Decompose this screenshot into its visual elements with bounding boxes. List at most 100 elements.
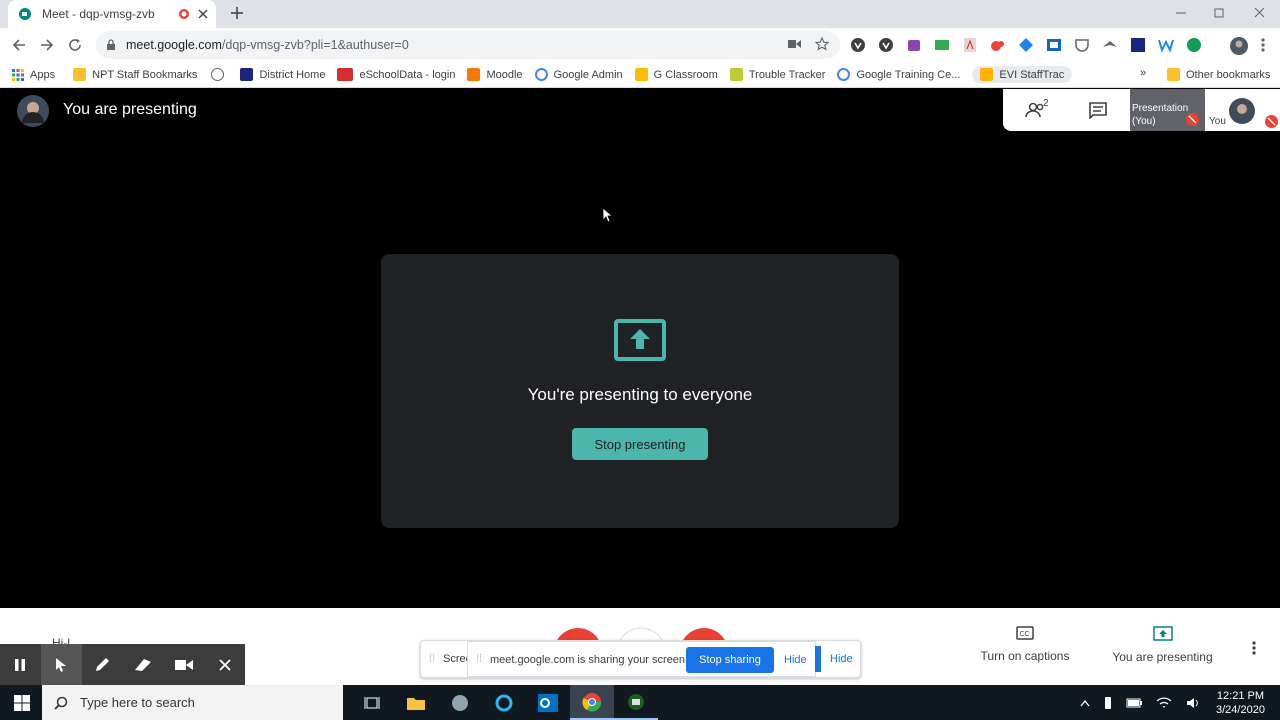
- app-bird-icon[interactable]: [438, 685, 482, 720]
- share-bar-back-button-edge: [815, 646, 821, 672]
- pointer-tool-button[interactable]: [40, 644, 82, 686]
- restore-icon[interactable]: [1214, 8, 1224, 18]
- outlook-icon[interactable]: [526, 685, 570, 720]
- hide-button[interactable]: Hide: [784, 654, 807, 666]
- bookmarks-bar: Apps NPT Staff Bookmarks District Home e…: [0, 62, 1280, 88]
- browser-tab[interactable]: Meet - dqp-vmsg-zvb: [8, 0, 216, 28]
- chrome-icon[interactable]: [570, 685, 614, 720]
- internet-explorer-icon[interactable]: [482, 685, 526, 720]
- search-icon: [54, 696, 68, 710]
- bookmark-google-training[interactable]: Google Training Ce...: [837, 68, 960, 81]
- back-icon[interactable]: [12, 38, 26, 52]
- captions-label: Turn on captions: [980, 649, 1070, 663]
- close-recorder-button[interactable]: [204, 644, 245, 686]
- extension-pdf-icon[interactable]: [962, 37, 978, 55]
- webcam-toggle-button[interactable]: [163, 644, 204, 686]
- new-tab-icon[interactable]: [230, 6, 244, 20]
- bookmark-trouble-tracker[interactable]: Trouble Tracker: [729, 68, 825, 81]
- pen-tool-button[interactable]: [82, 644, 123, 686]
- bookmark-district-home-link[interactable]: District Home: [240, 68, 325, 81]
- bookmark-npt-staff[interactable]: NPT Staff Bookmarks: [73, 68, 197, 81]
- forward-icon[interactable]: [40, 38, 54, 52]
- sailboat-icon: [240, 68, 254, 81]
- hide-button-back[interactable]: Hide: [830, 653, 853, 665]
- clock-time: 12:21 PM: [1216, 689, 1265, 702]
- pause-button[interactable]: [0, 644, 41, 686]
- extension-bird-icon[interactable]: [1102, 37, 1118, 55]
- eraser-tool-button[interactable]: [122, 644, 163, 686]
- user-avatar: [17, 95, 49, 127]
- tab-strip: Meet - dqp-vmsg-zvb: [0, 0, 1280, 28]
- file-explorer-icon[interactable]: [394, 685, 438, 720]
- stafftrac-icon: [980, 68, 994, 81]
- tab-close-icon[interactable]: [198, 9, 208, 19]
- extension-puzzle-icon[interactable]: [906, 37, 922, 55]
- extension-screencastify-icon[interactable]: [990, 37, 1006, 55]
- camera-icon[interactable]: [788, 39, 801, 49]
- bookmark-apps[interactable]: Apps: [12, 68, 55, 81]
- extension-it-icon[interactable]: [1130, 37, 1146, 55]
- captions-button[interactable]: CC Turn on captions: [975, 626, 1075, 663]
- menu-kebab-icon[interactable]: [1260, 37, 1266, 55]
- tile-presentation-label: Presentation: [1132, 103, 1189, 114]
- taskbar-search-box[interactable]: Type here to search: [42, 685, 343, 720]
- extension-w-icon[interactable]: [1158, 37, 1174, 55]
- bookmark-eschooldata[interactable]: eSchoolData - login: [337, 68, 455, 81]
- extension-shield-icon[interactable]: [850, 37, 866, 55]
- present-screen-small-icon: [1152, 626, 1173, 642]
- tab-title: Meet - dqp-vmsg-zvb: [42, 7, 155, 21]
- tile-you-label: You: [1209, 116, 1226, 127]
- stop-presenting-button[interactable]: Stop presenting: [572, 428, 708, 460]
- extension-diamond-icon[interactable]: [1018, 37, 1034, 55]
- profile-avatar-icon[interactable]: [1230, 37, 1248, 55]
- more-options-icon[interactable]: [1251, 640, 1257, 656]
- wifi-icon[interactable]: [1156, 697, 1172, 709]
- classroom-icon: [634, 68, 648, 81]
- bookmark-g-classroom[interactable]: G Classroom: [634, 68, 718, 81]
- star-icon[interactable]: [815, 37, 829, 51]
- self-mic-off-icon: [1265, 115, 1278, 128]
- bookmark-other[interactable]: Other bookmarks: [1167, 68, 1270, 81]
- presenting-panel: You're presenting to everyone: [381, 254, 899, 528]
- extension-pocket-icon[interactable]: [1074, 37, 1090, 55]
- more-bookmarks-chevron[interactable]: »: [1140, 67, 1146, 79]
- meet-app-icon[interactable]: [614, 685, 658, 720]
- reload-icon[interactable]: [68, 38, 82, 52]
- taskbar-pinned-apps: [350, 685, 658, 720]
- system-tray: 12:21 PM 3/24/2020: [1080, 685, 1265, 720]
- address-bar[interactable]: meet.google.com/dqp-vmsg-zvb?pli=1&authu…: [96, 31, 840, 59]
- battery-icon[interactable]: [1126, 698, 1142, 708]
- tray-chevron-icon[interactable]: [1080, 699, 1090, 707]
- extension-green-icon[interactable]: [1186, 37, 1202, 55]
- extension-cast-icon[interactable]: [934, 37, 950, 55]
- lock-icon: [106, 39, 116, 51]
- task-view-icon[interactable]: [350, 685, 394, 720]
- bookmark-district-home[interactable]: [211, 68, 230, 81]
- presenting-button[interactable]: You are presenting: [1105, 626, 1220, 664]
- drag-handle-icon[interactable]: ⁞⁞: [429, 653, 435, 665]
- window-close-icon[interactable]: [1254, 7, 1265, 18]
- minimize-icon[interactable]: [1176, 8, 1186, 18]
- bookmark-moodle[interactable]: Moodle: [467, 68, 523, 81]
- start-button[interactable]: [0, 685, 44, 720]
- usb-icon[interactable]: [1104, 696, 1112, 710]
- volume-icon[interactable]: [1186, 697, 1202, 709]
- chat-icon[interactable]: [1089, 102, 1107, 119]
- stop-sharing-button[interactable]: Stop sharing: [686, 647, 774, 673]
- meet-favicon-icon: [18, 7, 32, 21]
- bookmark-evi-stafftrac[interactable]: EVI StaffTrac: [972, 66, 1073, 83]
- share-bar-message: meet.google.com is sharing your screen.: [490, 654, 689, 666]
- clock[interactable]: 12:21 PM 3/24/2020: [1216, 689, 1265, 717]
- self-avatar[interactable]: [1229, 98, 1255, 124]
- presenting-label: You are presenting: [1112, 650, 1213, 664]
- extension-screenshot-icon[interactable]: [1046, 37, 1062, 55]
- drag-handle-icon[interactable]: ⁞⁞: [476, 653, 482, 665]
- captions-cc-icon: CC: [1016, 626, 1034, 640]
- bookmark-google-admin[interactable]: Google Admin: [534, 68, 623, 81]
- presentation-tile[interactable]: Presentation (You): [1130, 89, 1205, 131]
- screen-sharing-bar: ⁞⁞ Scree ⁞⁞ meet.google.com is sharing y…: [420, 640, 861, 678]
- folder-icon: [73, 68, 87, 81]
- extension-shield-icon[interactable]: [878, 37, 894, 55]
- participant-count: 2: [1043, 98, 1049, 109]
- tracker-icon: [729, 68, 743, 81]
